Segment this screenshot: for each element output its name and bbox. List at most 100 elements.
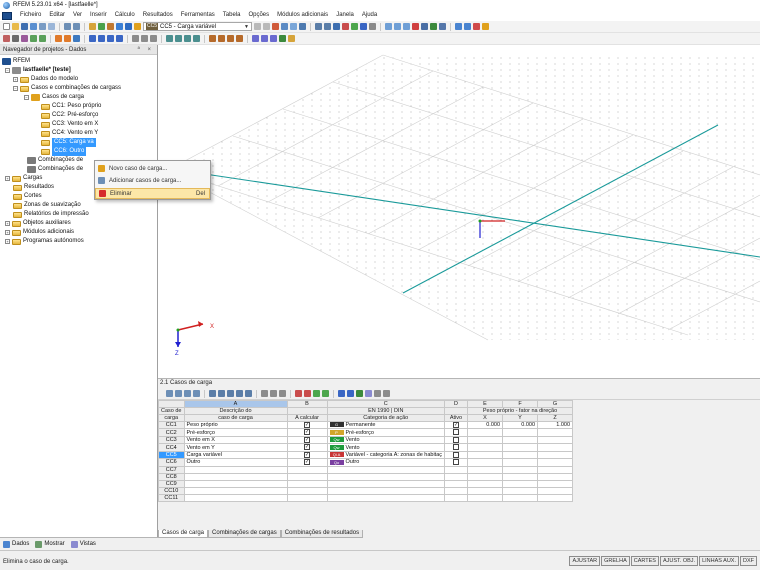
tab-display[interactable]: Mostrar [35, 540, 65, 548]
column-letter[interactable]: E [467, 400, 504, 408]
view-z-icon[interactable] [360, 23, 367, 30]
cartesian-toggle[interactable]: CARTES [630, 556, 659, 566]
active-cell[interactable] [444, 486, 469, 495]
divide-icon[interactable] [236, 35, 243, 42]
table-paste-icon[interactable] [184, 390, 191, 397]
to-calculate-cell[interactable]: ✓ [286, 420, 328, 430]
factor-y-cell[interactable] [502, 458, 539, 467]
expand-icon[interactable]: + [5, 230, 10, 235]
tree-item-guide-objects[interactable]: + Objetos auxiliares [5, 219, 71, 228]
window-icon[interactable] [455, 23, 462, 30]
to-calculate-cell[interactable] [286, 472, 328, 481]
redo-icon[interactable] [73, 23, 80, 30]
tree-item-load-cases-combinations[interactable]: − Casos e combinações de cargass [13, 84, 121, 93]
load-case-id-cell[interactable]: CC11 [158, 493, 185, 502]
factor-z-cell[interactable] [537, 428, 574, 437]
to-calculate-cell[interactable]: ✓ [286, 450, 328, 460]
description-cell[interactable] [183, 479, 288, 488]
table-row[interactable]: CC2 Pré-esforço ✓ P Pré-esforço [158, 428, 574, 437]
factor-z-cell[interactable] [537, 465, 574, 474]
view-x-icon[interactable] [342, 23, 349, 30]
table-chart-icon[interactable] [365, 390, 372, 397]
tree-item-lc4[interactable]: CC4: Vento em Y [41, 129, 98, 138]
factor-z-cell[interactable] [537, 479, 574, 488]
values-icon[interactable] [290, 23, 297, 30]
factor-y-cell[interactable] [502, 479, 539, 488]
table-select-icon[interactable] [218, 390, 225, 397]
isometric-icon[interactable] [369, 23, 376, 30]
to-calculate-cell[interactable] [286, 493, 328, 502]
new-file-icon[interactable] [3, 23, 10, 30]
table-view-icon[interactable] [338, 390, 345, 397]
factor-y-cell[interactable] [502, 428, 539, 437]
color-icon[interactable] [288, 35, 295, 42]
menu-delete[interactable]: Eliminar Del [95, 188, 210, 199]
factor-z-cell[interactable] [537, 472, 574, 481]
print-icon[interactable] [39, 23, 46, 30]
tab-load-cases[interactable]: Casos de carga [158, 530, 209, 538]
factor-x-cell[interactable] [467, 486, 504, 495]
menu-new-load-case[interactable]: Novo caso de carga... [95, 163, 210, 174]
excel-icon[interactable] [356, 390, 363, 397]
column-letter[interactable]: C [326, 400, 446, 408]
column-letter[interactable]: F [502, 400, 539, 408]
menu-window[interactable]: Janela [332, 10, 358, 21]
member-icon[interactable] [21, 35, 28, 42]
to-calculate-cell[interactable] [286, 465, 328, 474]
tree-item-lc3[interactable]: CC3: Vento em X [41, 120, 98, 129]
active-checkbox[interactable] [453, 437, 460, 443]
surface-load-icon[interactable] [107, 35, 114, 42]
menu-add-on-modules[interactable]: Módulos adicionais [273, 10, 332, 21]
load-case-id-cell[interactable]: CC1 [158, 420, 185, 430]
factor-y-cell[interactable] [502, 443, 539, 452]
tile-icon[interactable] [464, 23, 471, 30]
show-results-icon[interactable] [125, 23, 132, 30]
factor-x-cell[interactable] [467, 458, 504, 467]
description-cell[interactable] [183, 493, 288, 502]
grid-toggle[interactable]: GRELHA [601, 556, 630, 566]
active-cell[interactable] [444, 493, 469, 502]
calculate-icon[interactable] [107, 23, 114, 30]
snap-toggle[interactable]: AJUSTAR [569, 556, 601, 566]
load-case-id-cell[interactable]: CC3 [158, 435, 185, 445]
table-row[interactable]: CC4 Vento em Y ✓ Qw Vento [158, 443, 574, 452]
active-cell[interactable] [444, 435, 469, 445]
menu-table[interactable]: Tabela [219, 10, 245, 21]
description-cell[interactable]: Carga variável [183, 450, 288, 460]
model-viewport[interactable]: X Z [158, 45, 760, 378]
render-icon[interactable] [279, 35, 286, 42]
factor-x-cell[interactable] [467, 472, 504, 481]
load-case-id-cell[interactable]: CC5 [158, 450, 185, 460]
expand-icon[interactable]: + [5, 239, 10, 244]
tree-item-lc1[interactable]: CC1: Peso próprio [41, 102, 101, 111]
dimension-icon[interactable] [132, 35, 139, 42]
menu-help[interactable]: Ajuda [358, 10, 381, 21]
tree-item-lc2[interactable]: CC2: Pré-esforço [41, 111, 98, 120]
guide-lines-toggle[interactable]: LINHAS AUX. [699, 556, 739, 566]
description-cell[interactable] [183, 465, 288, 474]
print-graphic-icon[interactable] [48, 23, 55, 30]
table-row[interactable]: CC5 Carga variável ✓ Qi A Variável - categor… [158, 450, 574, 460]
tree-item-loads[interactable]: + Cargas [5, 174, 42, 183]
description-cell[interactable]: Vento em X [183, 435, 288, 445]
tree-item-results[interactable]: Resultados [13, 183, 54, 192]
description-cell[interactable]: Peso próprio [183, 420, 288, 430]
nodal-load-icon[interactable] [89, 35, 96, 42]
rotate-icon[interactable] [403, 23, 410, 30]
description-cell[interactable] [183, 472, 288, 481]
factor-x-cell[interactable] [467, 465, 504, 474]
action-category-cell[interactable]: Qw Vento [326, 443, 446, 452]
table-edit-icon[interactable] [166, 390, 173, 397]
factor-x-cell[interactable] [467, 435, 504, 445]
factor-z-cell[interactable] [537, 493, 574, 502]
column-letter[interactable]: B [286, 400, 328, 408]
action-category-cell[interactable]: Qo Outro [326, 458, 446, 467]
action-category-cell[interactable] [326, 472, 446, 481]
flag-icon[interactable] [482, 23, 489, 30]
line-load-icon[interactable] [116, 35, 123, 42]
table-print-icon[interactable] [279, 390, 286, 397]
action-category-cell[interactable] [326, 486, 446, 495]
menu-file[interactable]: Ficheiro [16, 10, 45, 21]
object-snap-toggle[interactable]: AJUST. OBJ. [659, 556, 699, 566]
active-cell[interactable] [444, 458, 469, 467]
